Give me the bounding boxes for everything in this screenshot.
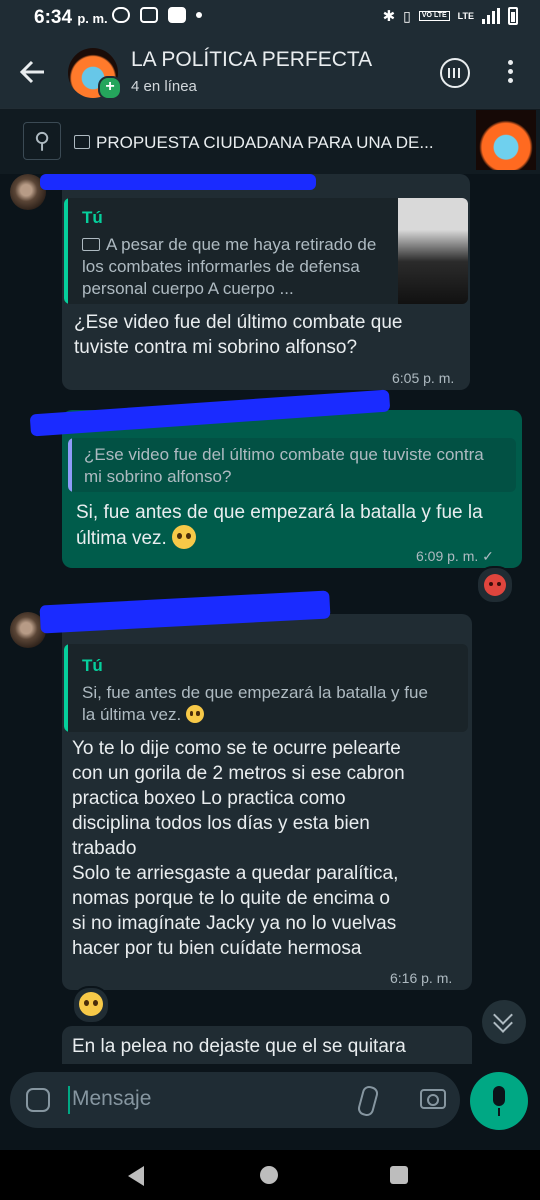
message-time: 6:16 p. m. [390, 970, 453, 986]
chat-header: + LA POLÍTICA PERFECTA 4 en línea [0, 36, 540, 108]
pin-icon[interactable]: ⚲ [23, 122, 61, 160]
pinned-message-bar[interactable]: ⚲ PROPUESTA CIUDADANA PARA UNA DE... [0, 108, 540, 175]
status-time-value: 6:34 [34, 7, 73, 28]
chat-area[interactable]: Tú A pesar de que me haya retirado de lo… [0, 174, 540, 1064]
volte-badge: VO LTE [418, 11, 450, 21]
message-line: con un gorila de 2 metros si ese cabron [72, 763, 405, 784]
quote-bar [68, 438, 72, 492]
message-placeholder: Mensaje [72, 1087, 152, 1110]
camera-icon[interactable] [420, 1089, 446, 1109]
message-text-value: Si, fue antes de que empezará la batalla… [76, 502, 483, 549]
pinned-thumbnail[interactable] [476, 110, 536, 170]
message-text: Yo te lo dije como se te ocurre pelearte… [72, 736, 466, 961]
app-notif-icon [140, 7, 158, 23]
battery-icon [508, 7, 518, 25]
crying-face-icon [79, 992, 103, 1016]
quote-text: ¿Ese video fue del último combate que tu… [84, 445, 484, 486]
quoted-message[interactable]: ¿Ese video fue del último combate que tu… [68, 438, 516, 492]
quote-text-value: Si, fue antes de que empezará la batalla… [82, 683, 428, 724]
mic-icon[interactable] [470, 1072, 528, 1130]
sticker-icon[interactable] [26, 1088, 50, 1112]
notification-icons [112, 7, 202, 23]
text-cursor [68, 1086, 70, 1114]
paperclip-icon[interactable] [356, 1084, 380, 1118]
message-text: Si, fue antes de que empezará la batalla… [76, 500, 516, 551]
message-time-value: 6:09 p. m. [416, 548, 479, 564]
system-nav-bar [0, 1150, 540, 1200]
video-icon [82, 238, 100, 251]
nav-recents-icon[interactable] [390, 1166, 408, 1184]
reaction-badge[interactable] [476, 566, 514, 604]
pinned-message-text: PROPUESTA CIUDADANA PARA UNA DE... [74, 133, 434, 153]
pleading-face-emoji [185, 705, 204, 723]
arrow-left-icon[interactable] [18, 58, 46, 86]
quoted-message[interactable]: Tú A pesar de que me haya retirado de lo… [64, 198, 468, 304]
vibrate-icon: ▯ [403, 7, 411, 24]
message-line: Solo te arriesgaste a quedar paralítica, [72, 863, 399, 884]
signal-icon [482, 8, 500, 24]
youtube-notif-icon [168, 7, 186, 23]
bluetooth-icon: ✱ [382, 8, 396, 25]
redaction [40, 174, 316, 190]
message-line: hacer por tu bien cuídate hermosa [72, 938, 362, 959]
message-line: Yo te lo dije como se te ocurre pelearte [72, 738, 401, 759]
message-time: 6:05 p. m. [392, 370, 455, 386]
more-notif-icon [196, 12, 202, 18]
group-title[interactable]: LA POLÍTICA PERFECTA [131, 48, 372, 72]
scroll-down-button[interactable] [482, 1000, 526, 1044]
message-text: En la pelea no dejaste que el se quitara [72, 1036, 406, 1057]
message-line: practica boxeo Lo practica como [72, 788, 346, 809]
status-ampm: p. m. [77, 11, 108, 26]
nav-back-icon[interactable] [128, 1166, 144, 1186]
quote-text-value: A pesar de que me haya retirado de los c… [82, 235, 377, 298]
message-bubble-incoming[interactable]: Tú A pesar de que me haya retirado de lo… [62, 174, 470, 390]
composer: Mensaje [0, 1064, 540, 1150]
status-bar: 6:34 p. m. ✱ ▯ VO LTE LTE [0, 0, 540, 36]
angry-face-icon [484, 574, 506, 596]
lte-badge: LTE [457, 11, 474, 21]
add-icon: + [98, 76, 122, 100]
group-avatar[interactable]: + [68, 48, 122, 100]
quote-bar [64, 198, 68, 304]
quote-bar [64, 644, 68, 732]
message-line: trabado [72, 838, 137, 859]
voice-chat-icon[interactable] [440, 58, 470, 88]
reaction-badge[interactable] [72, 986, 110, 1024]
online-count: 4 en línea [131, 78, 197, 95]
system-icons: ✱ ▯ VO LTE LTE [383, 7, 518, 25]
message-bubble-incoming[interactable]: En la pelea no dejaste que el se quitara [62, 1026, 472, 1064]
more-vert-icon[interactable] [508, 60, 514, 87]
quote-text: Si, fue antes de que empezará la batalla… [82, 682, 442, 726]
video-thumbnail[interactable] [398, 198, 468, 304]
message-line: si no imagínate Jacky ya no lo vuelvas [72, 913, 397, 934]
pleading-face-emoji [172, 525, 197, 549]
nav-home-icon[interactable] [260, 1166, 278, 1184]
message-bubble-incoming[interactable]: Tú Si, fue antes de que empezará la bata… [62, 614, 472, 990]
quoted-message[interactable]: Tú Si, fue antes de que empezará la bata… [64, 644, 468, 732]
image-icon [74, 135, 90, 149]
message-line: disciplina todos los días y esta bien [72, 813, 370, 834]
status-time: 6:34 p. m. [34, 7, 108, 29]
quote-author: Tú [82, 656, 103, 675]
whatsapp-notif-icon [112, 7, 130, 23]
quote-author: Tú [82, 208, 103, 227]
message-line: nomas porque te lo quite de encima o [72, 888, 390, 909]
message-text: ¿Ese video fue del último combate que tu… [74, 312, 403, 358]
message-time: 6:09 p. m. ✓ [416, 548, 494, 565]
quote-text: A pesar de que me haya retirado de los c… [82, 234, 382, 300]
message-input[interactable]: Mensaje [10, 1072, 460, 1128]
pinned-text-value: PROPUESTA CIUDADANA PARA UNA DE... [96, 133, 434, 152]
message-bubble-outgoing[interactable]: ¿Ese video fue del último combate que tu… [62, 410, 522, 568]
single-check-icon: ✓ [482, 548, 494, 564]
